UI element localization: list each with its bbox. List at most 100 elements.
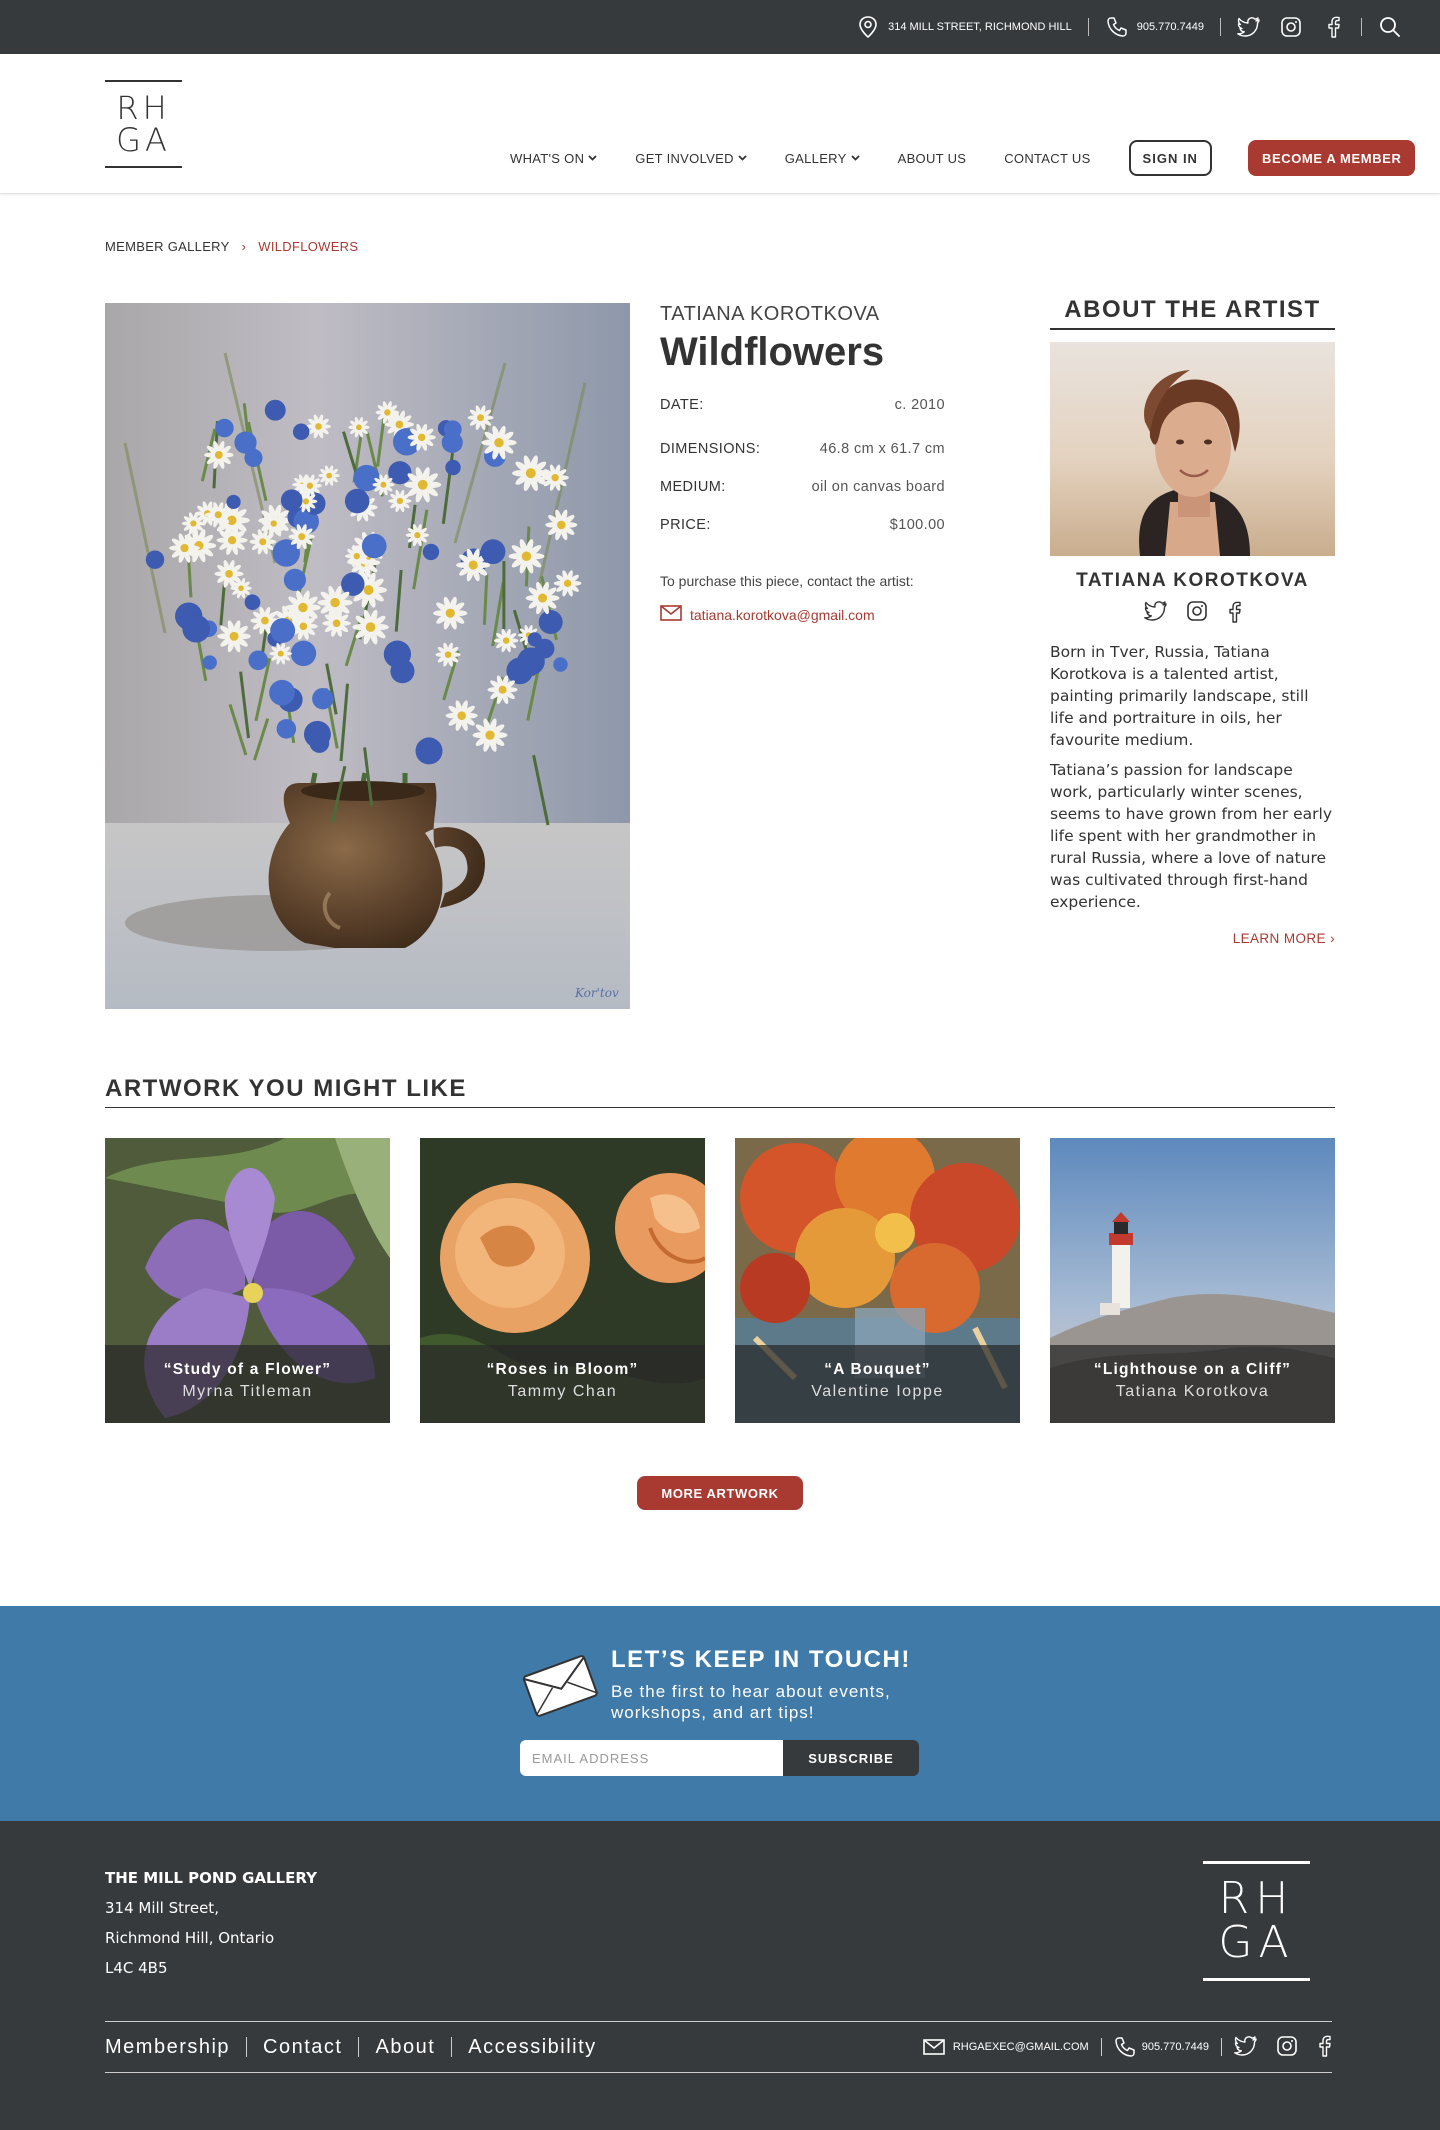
twitter-icon[interactable] [1234, 2035, 1258, 2060]
instagram-icon[interactable] [1186, 600, 1208, 629]
bio-paragraph: Tatiana’s passion for landscape work, pa… [1050, 761, 1333, 911]
breadcrumb-current: WILDFLOWERS [258, 239, 359, 254]
detail-label: PRICE: [660, 517, 711, 533]
card-artist: Tammy Chan [507, 1383, 618, 1400]
detail-dimensions: DIMENSIONS: 46.8 cm x 61.7 cm [660, 441, 945, 457]
purchase-text: To purchase this piece, contact the arti… [660, 573, 914, 589]
facebook-icon[interactable] [1316, 2034, 1332, 2061]
artwork-card[interactable]: “Lighthouse on a Cliff” Tatiana Korotkov… [1050, 1138, 1335, 1423]
nav-about-us[interactable]: ABOUT US [898, 140, 967, 176]
newsletter-section: LET’S KEEP IN TOUCH! Be the first to hea… [0, 1606, 1440, 1821]
phone-icon [1105, 15, 1129, 39]
instagram-icon[interactable] [1276, 2035, 1298, 2060]
breadcrumb-member-gallery[interactable]: MEMBER GALLERY [105, 239, 230, 254]
newsletter-subtitle: Be the first to hear about events, works… [611, 1682, 891, 1722]
about-artist-name: TATIANA KOROTKOVA [1076, 570, 1309, 591]
learn-more-link[interactable]: LEARN MORE › [1050, 931, 1335, 946]
detail-label: DIMENSIONS: [660, 441, 761, 457]
phone-info[interactable]: 905.770.7449 [1105, 15, 1204, 39]
map-pin-icon [856, 15, 880, 39]
footer-address: THE MILL POND GALLERY 314 Mill Street, R… [105, 1863, 317, 1983]
newsletter-form: SUBSCRIBE [520, 1740, 919, 1776]
card-artist: Tatiana Korotkova [1115, 1383, 1270, 1400]
artwork-artist[interactable]: TATIANA KOROTKOVA [660, 303, 945, 326]
artist-email-link[interactable]: tatiana.korotkova@gmail.com [660, 605, 945, 624]
twitter-icon[interactable] [1237, 15, 1261, 39]
card-caption: “Lighthouse on a Cliff” Tatiana Korotkov… [1050, 1345, 1335, 1423]
detail-date: DATE: c. 2010 [660, 397, 945, 413]
footer-link-about[interactable]: About [375, 2036, 435, 2059]
nav-gallery[interactable]: GALLERY [785, 140, 860, 176]
card-caption: “Study of a Flower” Myrna Titleman [105, 1345, 390, 1423]
divider [451, 2037, 453, 2057]
sign-in-button[interactable]: SIGN IN [1128, 140, 1212, 176]
nav-contact-us[interactable]: CONTACT US [1004, 140, 1090, 176]
artwork-image[interactable]: Kor'tov [105, 303, 630, 1009]
related-artwork: ARTWORK YOU MIGHT LIKE “Study of a Flowe… [105, 1075, 1335, 1423]
artist-email: tatiana.korotkova@gmail.com [690, 606, 875, 623]
nav-get-involved[interactable]: GET INVOLVED [635, 140, 747, 176]
divider [1221, 2038, 1222, 2056]
search-icon[interactable] [1378, 15, 1402, 39]
bio-paragraph: Born in Tver, Russia, Tatiana Korotkova … [1050, 643, 1309, 749]
subscribe-button[interactable]: SUBSCRIBE [783, 1740, 919, 1776]
artwork-title: Wildflowers [660, 330, 885, 374]
detail-value: oil on canvas board [811, 479, 945, 495]
facebook-icon[interactable] [1321, 15, 1345, 39]
gallery-name: THE MILL POND GALLERY [105, 1869, 317, 1887]
artwork-card[interactable]: “A Bouquet” Valentine Ioppe [735, 1138, 1020, 1423]
card-caption: “Roses in Bloom” Tammy Chan [420, 1345, 705, 1423]
artwork-card[interactable]: “Study of a Flower” Myrna Titleman [105, 1138, 390, 1423]
nav-whats-on[interactable]: WHAT'S ON [510, 140, 597, 176]
detail-label: MEDIUM: [660, 479, 726, 495]
chevron-down-icon [588, 153, 597, 163]
breadcrumb-separator: › [241, 239, 247, 254]
divider [1220, 18, 1221, 36]
artwork-card[interactable]: “Roses in Bloom” Tammy Chan [420, 1138, 705, 1423]
card-artist: Myrna Titleman [182, 1383, 313, 1400]
footer-logo[interactable]: RH GA [1203, 1861, 1310, 1981]
divider [358, 2037, 360, 2057]
instagram-icon[interactable] [1279, 15, 1303, 39]
card-title: “Roses in Bloom” [486, 1361, 639, 1378]
detail-value: 46.8 cm x 61.7 cm [819, 441, 945, 457]
chevron-down-icon [850, 153, 860, 163]
footer-link-membership[interactable]: Membership [105, 2036, 230, 2059]
footer-link-contact[interactable]: Contact [263, 2036, 342, 2059]
footer-link-accessibility[interactable]: Accessibility [468, 2036, 596, 2059]
address-info[interactable]: 314 MILL STREET, RICHMOND HILL [856, 15, 1072, 39]
card-title: “Study of a Flower” [163, 1361, 332, 1378]
become-member-button[interactable]: BECOME A MEMBER [1247, 140, 1416, 176]
svg-text:Kor'tov: Kor'tov [574, 986, 619, 1000]
detail-label: DATE: [660, 397, 704, 413]
site-logo[interactable]: RH GA [105, 80, 182, 168]
twitter-icon[interactable] [1143, 600, 1168, 629]
social-links [1237, 15, 1345, 39]
artist-social-links [1050, 600, 1335, 629]
artist-bio: Born in Tver, Russia, Tatiana Korotkova … [1050, 641, 1335, 913]
about-heading: ABOUT THE ARTIST [1050, 296, 1335, 330]
main-header: RH GA WHAT'S ON GET INVOLVED GALLERY ABO… [0, 54, 1440, 194]
address-street: 314 Mill Street, [105, 1899, 219, 1917]
logo-line-1: RH [1218, 1873, 1295, 1924]
facebook-icon[interactable] [1226, 600, 1242, 629]
divider [1361, 18, 1362, 36]
footer-phone[interactable]: 905.770.7449 [1142, 2041, 1209, 2053]
detail-price: PRICE: $100.00 [660, 517, 945, 533]
card-caption: “A Bouquet” Valentine Ioppe [735, 1345, 1020, 1423]
site-footer: THE MILL POND GALLERY 314 Mill Street, R… [0, 1821, 1440, 2130]
artwork-details: TATIANA KOROTKOVA Wildflowers DATE: c. 2… [660, 303, 945, 624]
nav-label: WHAT'S ON [510, 150, 585, 166]
email-input[interactable] [520, 1740, 783, 1776]
card-title: “A Bouquet” [824, 1361, 931, 1378]
nav-label: CONTACT US [1004, 150, 1091, 166]
footer-email[interactable]: RHGAEXEC@GMAIL.COM [953, 2041, 1089, 2053]
about-artist: ABOUT THE ARTIST TATIANA KOROTKOVA Born … [1050, 296, 1335, 946]
nav-label: GALLERY [784, 150, 847, 166]
divider [246, 2037, 248, 2057]
wildflowers-painting: Kor'tov [105, 303, 630, 1009]
nav-label: ABOUT US [897, 150, 967, 166]
more-artwork-button[interactable]: MORE ARTWORK [637, 1476, 803, 1510]
mail-icon [923, 2039, 945, 2055]
logo-line-1: RH [116, 89, 171, 127]
